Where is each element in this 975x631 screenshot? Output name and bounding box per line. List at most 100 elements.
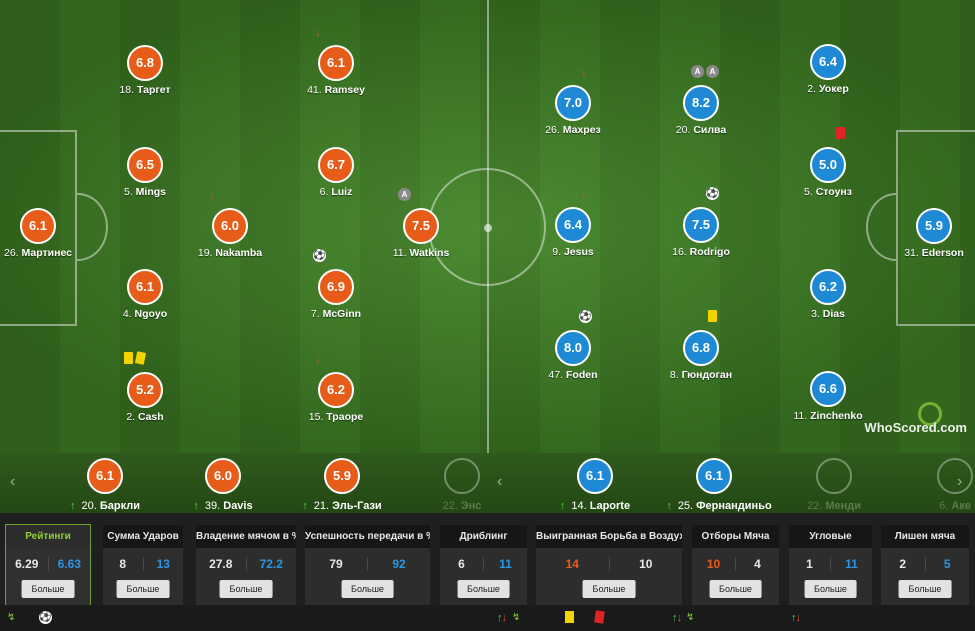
player-away-dm[interactable]: ⚽ 7.5 16. Rodrigo <box>636 187 766 267</box>
more-button[interactable]: Больше <box>709 580 762 598</box>
sub-in-icon: ↑ <box>193 500 199 512</box>
rating-badge: 5.2 <box>127 372 163 408</box>
player-away-rb[interactable]: 6.4 2. Уокер <box>763 44 893 104</box>
sub-out-icon: ↓ <box>315 352 321 366</box>
yellow-card-icon <box>708 310 717 322</box>
rating-badge: 6.2 <box>810 269 846 305</box>
dribble-filter-icon[interactable]: ↯ <box>7 611 15 625</box>
more-button[interactable]: Больше <box>341 580 394 598</box>
player-number: 8. <box>669 369 679 381</box>
player-name: Уокер <box>818 83 849 95</box>
rating-badge: 6.4 <box>555 207 591 243</box>
team-stats-bar: Рейтинги 6.29 6.63 Больше Сумма Ударов 81… <box>0 513 975 606</box>
stat-tab-ratings[interactable]: Рейтинги 6.29 6.63 Больше <box>5 524 91 606</box>
player-number: 3. <box>811 308 820 320</box>
stat-tab-dribbles[interactable]: Дриблинг 6 11 Больше <box>440 525 527 605</box>
goal-ball-icon: ⚽ <box>579 310 592 323</box>
player-name: Foden <box>566 369 598 381</box>
player-name: Ramsey <box>324 84 365 96</box>
more-button[interactable]: Больше <box>804 580 857 598</box>
player-home-cb2[interactable]: 6.1 4. Ngoyo <box>80 269 210 329</box>
player-name: Силва <box>693 124 727 136</box>
bench-prev-home-icon[interactable]: ‹ <box>10 473 15 491</box>
bench-next-away-icon[interactable]: › <box>957 473 962 491</box>
rating-badge: 6.7 <box>318 147 354 183</box>
rating-badge: 7.5 <box>403 208 439 244</box>
stat-tab-tackles[interactable]: Отборы Мяча 10 4 Больше <box>692 525 779 605</box>
rating-badge: 8.2 <box>683 85 719 121</box>
more-button[interactable]: Больше <box>582 580 636 598</box>
player-number: 15. <box>308 411 324 423</box>
stat-tab-pass-accuracy[interactable]: Успешность передачи в % 79 92 Больше <box>305 525 430 605</box>
stat-tab-corners[interactable]: Угловые 1 11 Больше <box>789 525 872 605</box>
player-number: 11. <box>392 247 407 259</box>
player-name: Гюндоган <box>681 369 733 381</box>
player-home-rb[interactable]: 6.8 18. Таргет <box>80 45 210 105</box>
stat-tab-shots[interactable]: Сумма Ударов 8 13 Больше <box>103 525 183 605</box>
rating-badge: 6.0 <box>212 208 248 244</box>
rating-badge: 6.1 <box>20 208 56 244</box>
assist-icon: A <box>706 65 719 78</box>
sub-away-2[interactable]: 6.1 ↑ 25. Фернандиньо <box>659 458 779 513</box>
player-home-cm2[interactable]: ⚽ 6.9 7. McGinn <box>271 249 401 329</box>
player-home-st[interactable]: A 7.5 11. Watkins <box>356 188 486 268</box>
sub-in-icon: ↑ <box>666 500 672 512</box>
sub-in-icon: ↑ <box>302 500 308 512</box>
player-number: 7. <box>310 308 320 320</box>
dribble-filter-icon[interactable]: ↯ <box>686 611 694 625</box>
player-home-rm[interactable]: ↓ 6.1 41. Ramsey <box>271 25 401 105</box>
player-away-lw[interactable]: ⚽ 8.0 47. Foden <box>508 310 638 390</box>
rating-badge: 6.1 <box>87 458 123 494</box>
stat-tab-possession[interactable]: Владение мячом в % 27.8 72.2 Больше <box>196 525 296 605</box>
player-number: 6. <box>319 186 329 198</box>
sub-away-3[interactable]: 22. Менди <box>779 458 889 513</box>
substitution-filter-icon[interactable]: ↑↓ <box>791 611 801 625</box>
player-away-rw[interactable]: ↓ 7.0 26. Махрез <box>508 65 638 145</box>
player-home-gk[interactable]: 6.1 26. Мартинес <box>0 208 103 268</box>
player-name: Watkins <box>409 247 450 259</box>
player-away-cb2[interactable]: 6.2 3. Dias <box>763 269 893 329</box>
rating-badge: 5.9 <box>916 208 952 244</box>
player-home-cb1[interactable]: 6.5 5. Mings <box>80 147 210 207</box>
player-away-cm2[interactable]: 6.8 8. Гюндоган <box>636 310 766 390</box>
player-name: Мартинес <box>21 247 72 259</box>
sub-home-2[interactable]: 6.0 ↑ 39. Davis <box>168 458 278 513</box>
stat-tab-aerials[interactable]: Выигранная Борьба в Воздухе 14 10 Больше <box>536 525 682 605</box>
player-home-dm[interactable]: ↓ 6.0 19. Nakamba <box>165 188 295 268</box>
sub-out-icon: ↓ <box>581 187 587 201</box>
more-button[interactable]: Больше <box>219 580 273 598</box>
sub-in-icon: ↑ <box>70 500 76 512</box>
yellow-card-icon <box>124 352 133 364</box>
bench-prev-away-icon[interactable]: ‹ <box>497 473 502 491</box>
player-number: 2. <box>126 411 136 423</box>
more-button[interactable]: Больше <box>116 580 170 598</box>
sub-home-3[interactable]: 5.9 ↑ 21. Эль-Гази <box>287 458 397 513</box>
player-home-lb[interactable]: 5.2 2. Cash <box>80 351 210 432</box>
player-away-cm1[interactable]: A A 8.2 20. Силва <box>636 65 766 145</box>
player-name: Nakamba <box>215 247 263 259</box>
more-button[interactable]: Больше <box>21 580 75 598</box>
sub-away-4[interactable]: 6. Аке <box>900 458 975 513</box>
yellow-card-filter-icon[interactable] <box>565 611 574 623</box>
more-button[interactable]: Больше <box>457 580 510 598</box>
player-home-lm[interactable]: ↓ 6.2 15. Траоре <box>271 352 401 432</box>
player-home-cm1[interactable]: 6.7 6. Luiz <box>271 147 401 207</box>
sub-home-4[interactable]: 22. Энс <box>407 458 487 513</box>
red-card-icon <box>836 127 845 139</box>
rating-badge: 7.5 <box>683 207 719 243</box>
player-away-st[interactable]: ↓ 6.4 9. Jesus <box>508 187 638 267</box>
player-away-cb1[interactable]: 5.0 5. Стоунз <box>763 127 893 207</box>
goal-ball-icon: ⚽ <box>706 187 719 200</box>
goal-filter-icon[interactable]: ⚽ <box>39 611 52 624</box>
rating-badge: 6.1 <box>696 458 732 494</box>
second-yellow-filter-icon[interactable] <box>594 610 605 624</box>
more-button[interactable]: Больше <box>898 580 952 598</box>
assist-icon: A <box>691 65 704 78</box>
substitution-filter-icon[interactable]: ↑↓ <box>672 611 682 625</box>
dribble-filter-icon[interactable]: ↯ <box>512 611 520 625</box>
sub-away-1[interactable]: 6.1 ↑ 14. Laporte <box>540 458 650 513</box>
substitution-filter-icon[interactable]: ↑↓ <box>497 611 507 625</box>
sub-home-1[interactable]: 6.1 ↑ 20. Баркли <box>50 458 160 513</box>
player-away-gk[interactable]: 5.9 31. Ederson <box>869 208 975 268</box>
stat-tab-dispossessed[interactable]: Лишен мяча 25 Больше <box>881 525 969 605</box>
